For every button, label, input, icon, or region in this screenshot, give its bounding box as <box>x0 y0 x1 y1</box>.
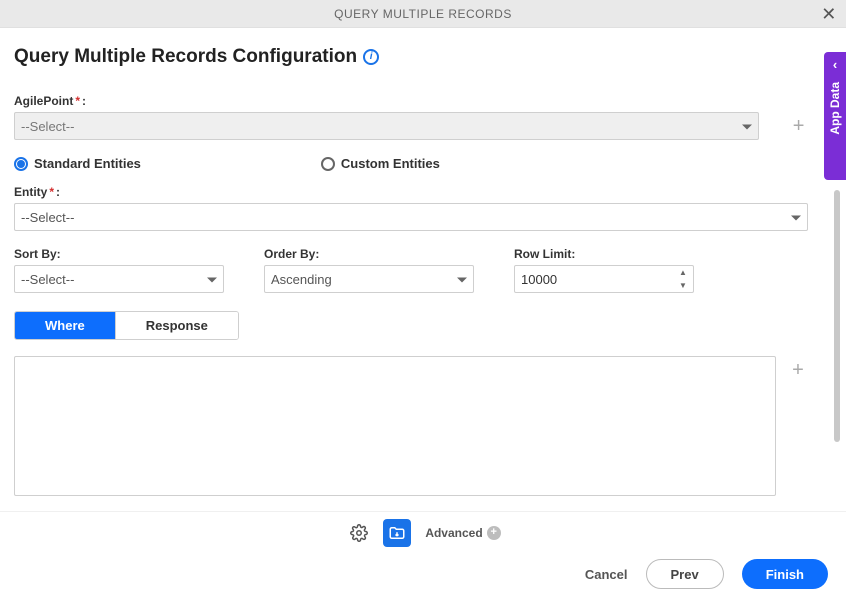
config-form: Query Multiple Records Configuration i A… <box>0 28 820 511</box>
tab-response[interactable]: Response <box>115 312 238 339</box>
title-bar: QUERY MULTIPLE RECORDS ✕ <box>0 0 846 28</box>
chevron-up-icon[interactable]: ▲ <box>679 269 691 277</box>
dialog-title: QUERY MULTIPLE RECORDS <box>334 7 512 21</box>
where-clause-canvas[interactable] <box>14 356 776 496</box>
prev-button[interactable]: Prev <box>646 559 724 589</box>
app-data-label: App Data <box>828 76 842 141</box>
sort-by-select[interactable]: --Select-- <box>14 265 224 293</box>
gear-icon[interactable] <box>345 519 373 547</box>
row-limit-label: Row Limit: <box>514 247 694 261</box>
advanced-toggle[interactable]: Advanced + <box>425 526 500 540</box>
chevron-left-icon: ‹ <box>833 52 837 76</box>
close-icon[interactable]: ✕ <box>818 3 840 25</box>
app-data-side-tab[interactable]: ‹ App Data <box>824 52 846 180</box>
radio-custom-entities[interactable]: Custom Entities <box>321 156 440 171</box>
finish-button[interactable]: Finish <box>742 559 828 589</box>
page-title: Query Multiple Records Configuration i <box>14 46 379 68</box>
add-where-clause-button[interactable]: + <box>788 356 808 496</box>
order-by-label: Order By: <box>264 247 474 261</box>
entity-select[interactable]: --Select-- <box>14 203 808 231</box>
chevron-down-icon[interactable]: ▼ <box>679 282 691 290</box>
vertical-scrollbar[interactable] <box>834 190 840 442</box>
agilepoint-label: AgilePoint *: <box>14 94 808 108</box>
add-agilepoint-button[interactable]: + <box>789 112 808 140</box>
sort-by-label: Sort By: <box>14 247 224 261</box>
footer-tool-row: Advanced + <box>0 511 846 553</box>
order-by-select[interactable]: Ascending <box>264 265 474 293</box>
where-response-tabs: Where Response <box>14 311 239 340</box>
tab-where[interactable]: Where <box>15 312 115 339</box>
folder-export-icon[interactable] <box>383 519 411 547</box>
info-icon[interactable]: i <box>363 49 379 65</box>
row-limit-input[interactable]: 10000 ▲ ▼ <box>514 265 694 293</box>
radio-standard-entities[interactable]: Standard Entities <box>14 156 141 171</box>
page-title-text: Query Multiple Records Configuration <box>14 46 357 68</box>
entity-label: Entity *: <box>14 185 808 199</box>
agilepoint-select[interactable]: --Select-- <box>14 112 759 140</box>
footer-action-row: Cancel Prev Finish <box>0 553 846 595</box>
cancel-button[interactable]: Cancel <box>585 567 628 582</box>
plus-circle-icon: + <box>487 526 501 540</box>
entity-type-radio-group: Standard Entities Custom Entities <box>14 156 808 171</box>
dialog-footer: Advanced + Cancel Prev Finish <box>0 511 846 595</box>
row-limit-spinner[interactable]: ▲ ▼ <box>679 266 691 292</box>
